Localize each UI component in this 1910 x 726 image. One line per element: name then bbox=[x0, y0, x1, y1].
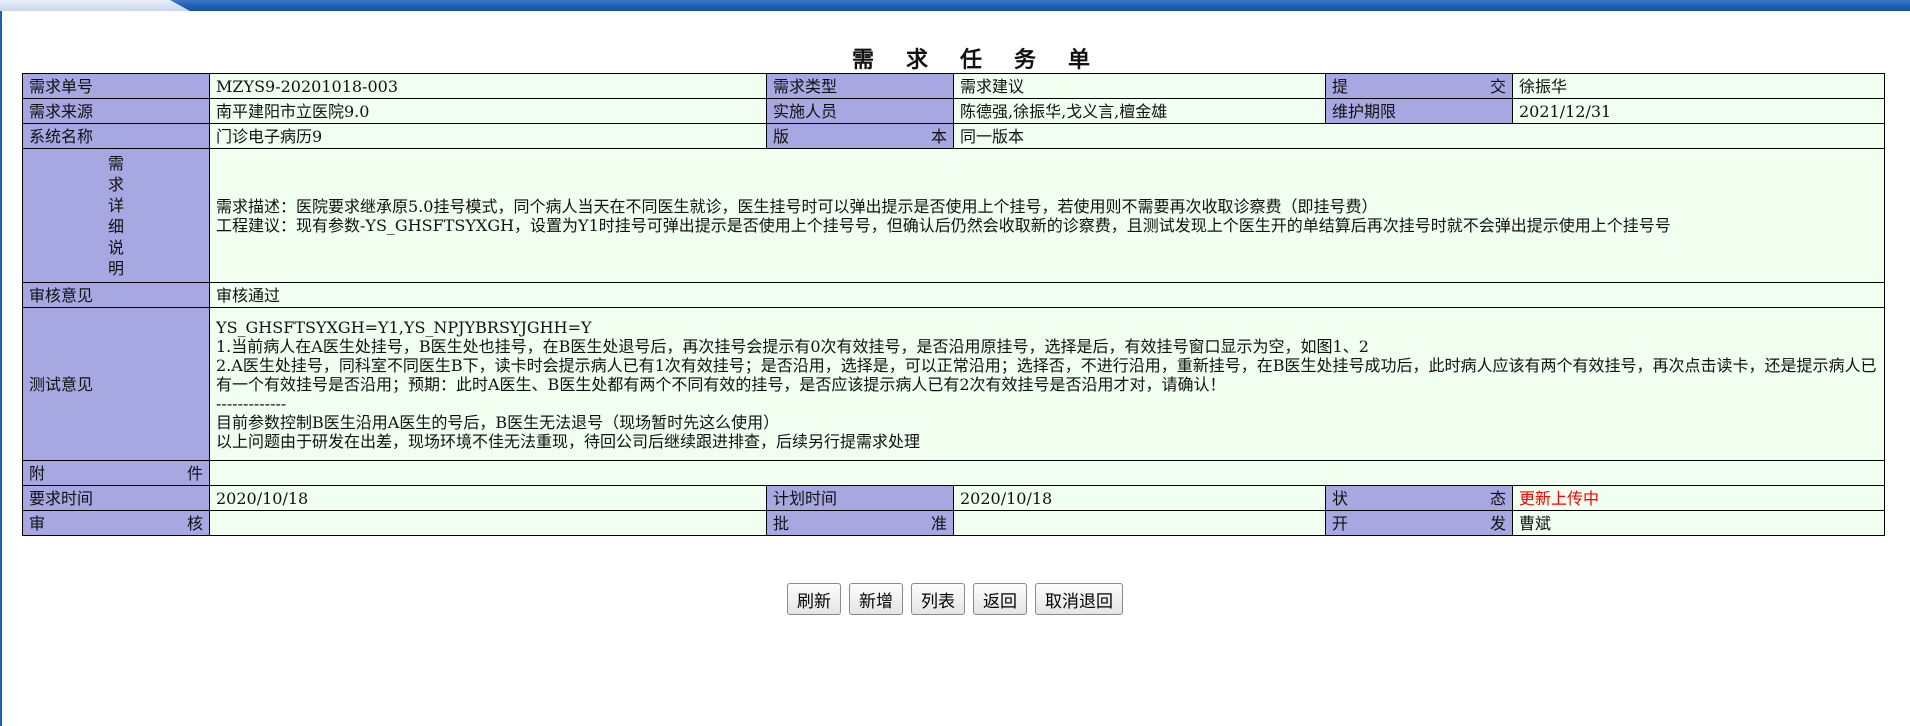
add-button[interactable]: 新增 bbox=[849, 583, 903, 615]
detail-label-cell: 需求详细说明 bbox=[22, 148, 210, 283]
form-row-attachment: 附件 bbox=[22, 460, 1885, 486]
system-value: 门诊电子病历9 bbox=[209, 123, 767, 149]
maintenance-label: 维护期限 bbox=[1325, 98, 1513, 124]
implementer-value: 陈德强,徐振华,戈义言,檀金雄 bbox=[953, 98, 1326, 124]
plan-time-value: 2020/10/18 bbox=[953, 485, 1326, 511]
form-row-3: 系统名称 门诊电子病历9 版本 同一版本 bbox=[22, 123, 1885, 149]
status-label: 状态 bbox=[1325, 485, 1513, 511]
submitter-value: 徐振华 bbox=[1512, 73, 1885, 99]
approve-label: 批准 bbox=[766, 510, 954, 536]
source-label: 需求来源 bbox=[22, 98, 210, 124]
req-no-value: MZYS9-20201018-003 bbox=[209, 73, 767, 99]
developer-value: 曹斌 bbox=[1512, 510, 1885, 536]
back-button[interactable]: 返回 bbox=[973, 583, 1027, 615]
source-value: 南平建阳市立医院9.0 bbox=[209, 98, 767, 124]
version-label: 版本 bbox=[766, 123, 954, 149]
window-title-bar bbox=[0, 0, 1910, 11]
developer-label: 开发 bbox=[1325, 510, 1513, 536]
req-no-label: 需求单号 bbox=[22, 73, 210, 99]
req-time-label: 要求时间 bbox=[22, 485, 210, 511]
refresh-button[interactable]: 刷新 bbox=[787, 583, 841, 615]
version-value: 同一版本 bbox=[953, 123, 1885, 149]
attachment-value[interactable] bbox=[209, 460, 1885, 486]
form-row-detail: 需求详细说明 需求描述：医院要求继承原5.0挂号模式，同个病人当天在不同医生就诊… bbox=[22, 148, 1885, 283]
form-row-test: 测试意见 YS_GHSFTSYXGH=Y1,YS_NPJYBRSYJGHH=Y … bbox=[22, 307, 1885, 461]
test-opinion-label: 测试意见 bbox=[22, 307, 210, 461]
submit-label: 提交 bbox=[1325, 73, 1513, 99]
form-row-2: 需求来源 南平建阳市立医院9.0 实施人员 陈德强,徐振华,戈义言,檀金雄 维护… bbox=[22, 98, 1885, 124]
form-row-review: 审核意见 审核通过 bbox=[22, 282, 1885, 308]
audit-value bbox=[209, 510, 767, 536]
review-opinion-value: 审核通过 bbox=[209, 282, 1885, 308]
form-row-1: 需求单号 MZYS9-20201018-003 需求类型 需求建议 提交 徐振华 bbox=[22, 73, 1885, 99]
implementer-label: 实施人员 bbox=[766, 98, 954, 124]
plan-time-label: 计划时间 bbox=[766, 485, 954, 511]
form-row-signoff: 审核 批准 开发 曹斌 bbox=[22, 510, 1885, 536]
form-row-time: 要求时间 2020/10/18 计划时间 2020/10/18 状态 更新上传中 bbox=[22, 485, 1885, 511]
window-tab bbox=[0, 0, 190, 11]
requirement-form: 需求单号 MZYS9-20201018-003 需求类型 需求建议 提交 徐振华… bbox=[22, 73, 1885, 536]
detail-label: 需求详细说明 bbox=[108, 153, 125, 278]
approve-value bbox=[953, 510, 1326, 536]
review-opinion-label: 审核意见 bbox=[22, 282, 210, 308]
req-type-value: 需求建议 bbox=[953, 73, 1326, 99]
maintenance-value: 2021/12/31 bbox=[1512, 98, 1885, 124]
action-bar: 刷新 新增 列表 返回 取消退回 bbox=[0, 583, 1910, 615]
status-value: 更新上传中 bbox=[1512, 485, 1885, 511]
system-label: 系统名称 bbox=[22, 123, 210, 149]
req-type-label: 需求类型 bbox=[766, 73, 954, 99]
attachment-label: 附件 bbox=[22, 460, 210, 486]
test-opinion-value: YS_GHSFTSYXGH=Y1,YS_NPJYBRSYJGHH=Y 1.当前病… bbox=[209, 307, 1885, 461]
detail-value: 需求描述：医院要求继承原5.0挂号模式，同个病人当天在不同医生就诊，医生挂号时可… bbox=[209, 148, 1885, 283]
cancel-return-button[interactable]: 取消退回 bbox=[1035, 583, 1123, 615]
page-title: 需求任务单 bbox=[851, 47, 1122, 73]
audit-label: 审核 bbox=[22, 510, 210, 536]
list-button[interactable]: 列表 bbox=[911, 583, 965, 615]
req-time-value: 2020/10/18 bbox=[209, 485, 767, 511]
